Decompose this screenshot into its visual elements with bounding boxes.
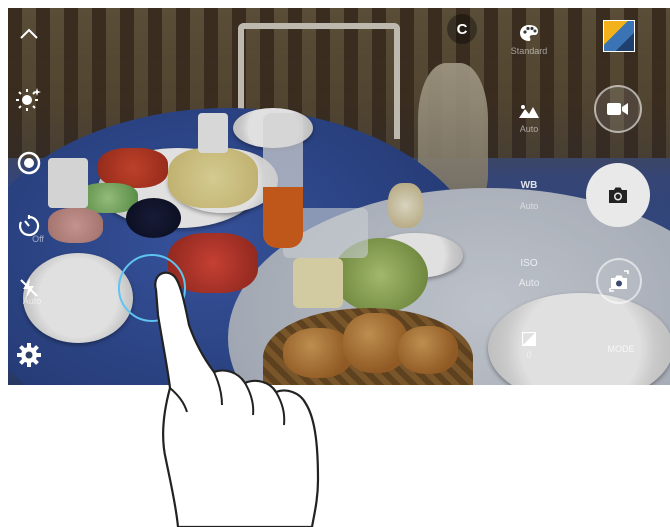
flash-label: Auto — [22, 296, 42, 306]
gallery-thumbnail[interactable] — [603, 20, 635, 52]
sparkle-icon[interactable] — [14, 84, 44, 114]
focus-ring — [118, 254, 186, 322]
timer-label: Off — [32, 234, 44, 244]
color-filter-label: Standard — [510, 46, 548, 56]
palette-icon[interactable] — [516, 22, 542, 44]
switch-camera-icon — [606, 270, 632, 292]
camera-viewfinder[interactable] — [8, 8, 670, 385]
mode-label[interactable]: MODE — [604, 344, 638, 354]
iso-title[interactable]: ISO — [516, 258, 542, 269]
chevron-up-icon[interactable] — [16, 24, 42, 44]
shutter-button[interactable] — [586, 163, 650, 227]
camera-icon — [607, 186, 629, 204]
wb-title[interactable]: WB — [516, 180, 542, 191]
switch-camera-button[interactable] — [596, 258, 642, 304]
gear-icon[interactable] — [14, 340, 44, 370]
mode-c-button[interactable]: C — [447, 14, 477, 44]
video-camera-icon — [607, 102, 629, 116]
iso-value: Auto — [518, 278, 540, 289]
viewfinder-dim — [8, 8, 670, 385]
ev-value: 0 — [526, 350, 532, 360]
record-button[interactable] — [594, 85, 642, 133]
target-icon[interactable] — [14, 148, 44, 178]
wb-value: Auto — [519, 201, 539, 211]
scene-label: Auto — [519, 124, 539, 134]
scene-mountain-icon[interactable] — [516, 100, 542, 122]
exposure-icon[interactable] — [519, 330, 539, 348]
